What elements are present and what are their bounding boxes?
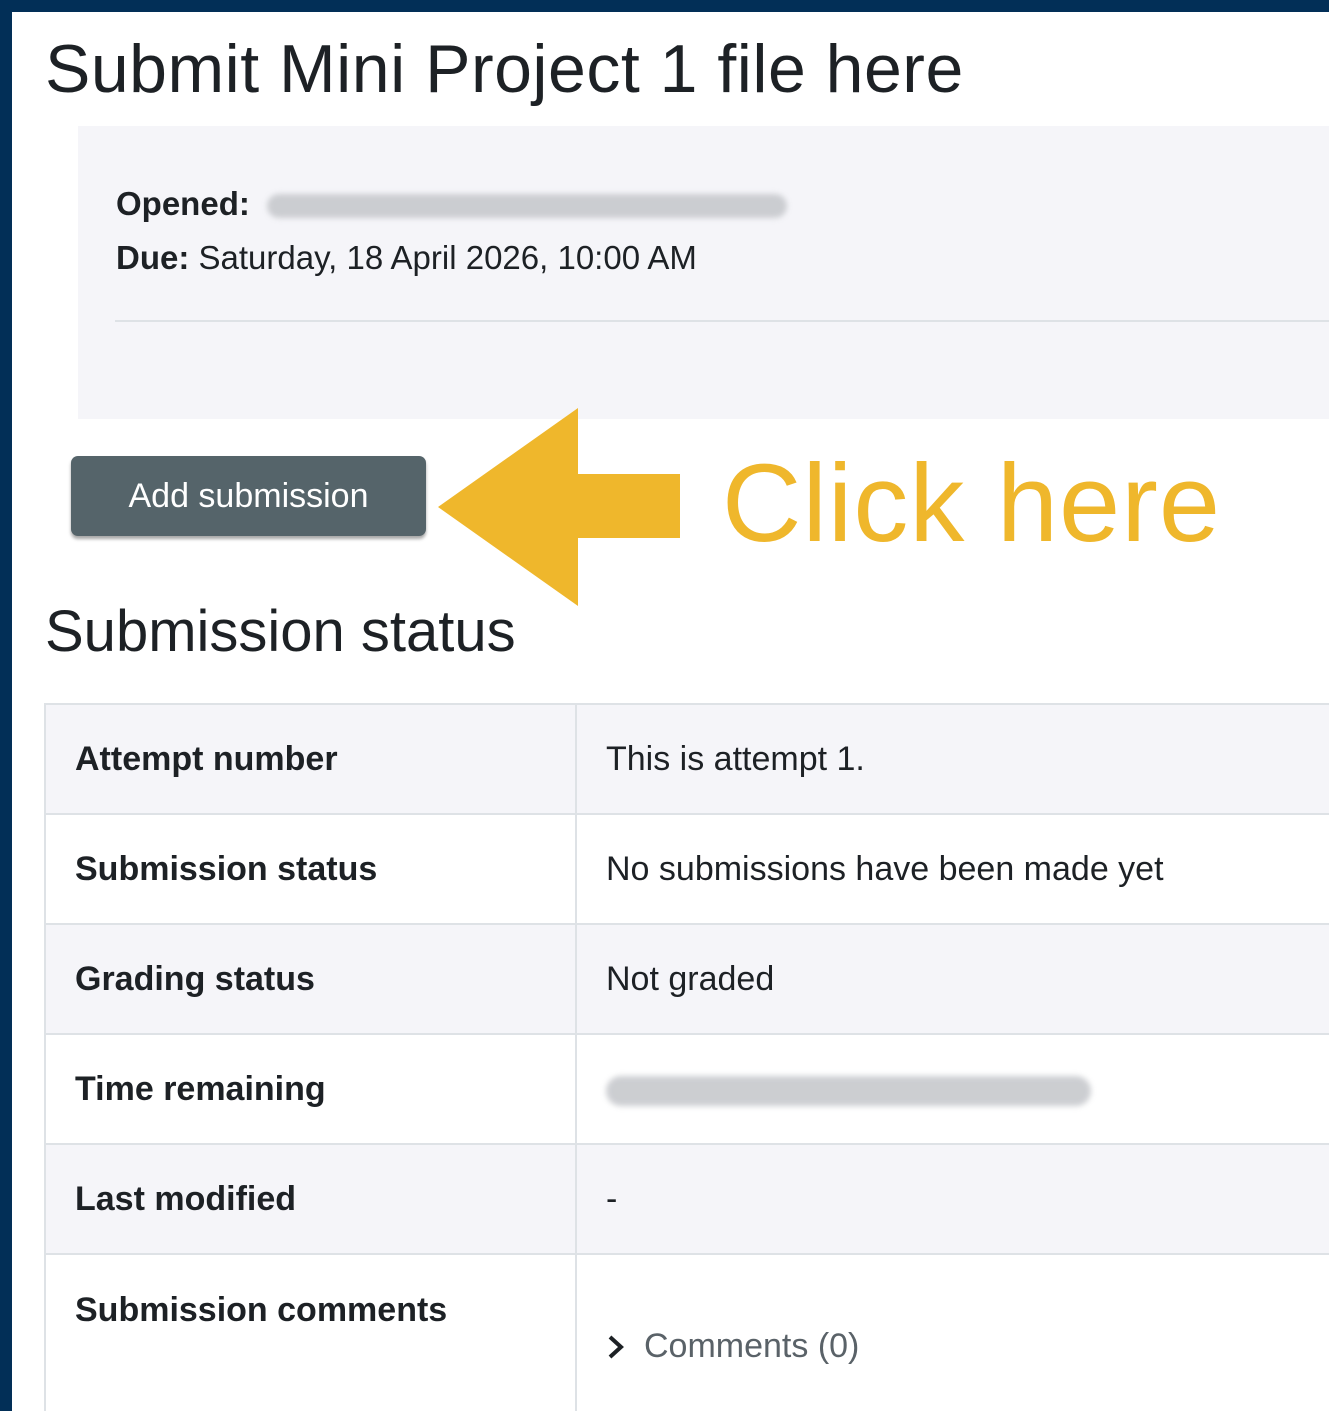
row-value: - (575, 1143, 1329, 1255)
assignment-page: Submit Mini Project 1 file here Opened: … (12, 12, 1329, 1411)
row-label: Attempt number (44, 703, 577, 815)
activity-dates-panel: Opened: Due: Saturday, 18 April 2026, 10… (78, 126, 1329, 419)
comments-link[interactable]: Comments (0) (644, 1327, 859, 1366)
row-label: Time remaining (44, 1033, 577, 1145)
row-value: No submissions have been made yet (575, 813, 1329, 925)
submission-status-table: Attempt number This is attempt 1. Submis… (44, 703, 1329, 1411)
row-value: Not graded (575, 923, 1329, 1035)
table-row: Last modified - (44, 1143, 1329, 1255)
due-value: Saturday, 18 April 2026, 10:00 AM (198, 239, 697, 276)
time-remaining-redacted (575, 1033, 1329, 1145)
arrow-left-icon (438, 408, 680, 606)
table-row: Attempt number This is attempt 1. (44, 703, 1329, 815)
table-row: Grading status Not graded (44, 923, 1329, 1035)
table-row: Submission status No submissions have be… (44, 813, 1329, 925)
table-row: Time remaining (44, 1033, 1329, 1145)
divider (115, 320, 1329, 322)
row-label: Submission status (44, 813, 577, 925)
opened-date: Opened: (116, 184, 788, 224)
submission-status-heading: Submission status (45, 599, 516, 664)
row-value: This is attempt 1. (575, 703, 1329, 815)
row-value: Comments (0) (575, 1253, 1329, 1411)
redacted-value (606, 1075, 1091, 1106)
opened-value-redacted (267, 194, 788, 219)
due-label: Due: (116, 239, 190, 276)
row-label: Submission comments (44, 1253, 577, 1411)
row-label: Grading status (44, 923, 577, 1035)
chevron-right-icon (608, 1335, 624, 1358)
page-title: Submit Mini Project 1 file here (45, 31, 964, 107)
opened-label: Opened: (116, 185, 250, 222)
row-label: Last modified (44, 1143, 577, 1255)
table-row: Submission comments Comments (0) (44, 1253, 1329, 1411)
due-date: Due: Saturday, 18 April 2026, 10:00 AM (116, 238, 697, 278)
click-here-annotation: Click here (722, 442, 1222, 565)
add-submission-button[interactable]: Add submission (71, 456, 426, 536)
comments-toggle[interactable]: Comments (0) (606, 1327, 859, 1366)
